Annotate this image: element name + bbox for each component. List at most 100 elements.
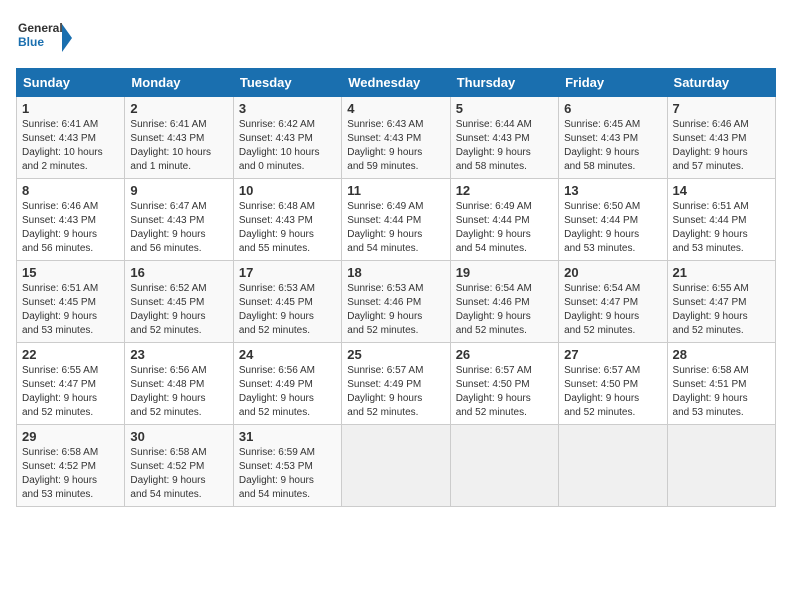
day-number: 5 [456, 101, 553, 116]
day-cell: 20 Sunrise: 6:54 AMSunset: 4:47 PMDayligh… [559, 261, 667, 343]
day-info: Sunrise: 6:41 AMSunset: 4:43 PMDaylight:… [22, 118, 119, 174]
day-info: Sunrise: 6:55 AMSunset: 4:47 PMDaylight:… [22, 364, 119, 420]
week-row-4: 22 Sunrise: 6:55 AMSunset: 4:47 PMDayligh… [17, 343, 776, 425]
day-cell: 28 Sunrise: 6:58 AMSunset: 4:51 PMDayligh… [667, 343, 775, 425]
day-info: Sunrise: 6:50 AMSunset: 4:44 PMDaylight:… [564, 200, 661, 256]
day-cell: 15 Sunrise: 6:51 AMSunset: 4:45 PMDayligh… [17, 261, 125, 343]
day-info: Sunrise: 6:57 AMSunset: 4:49 PMDaylight:… [347, 364, 444, 420]
day-info: Sunrise: 6:49 AMSunset: 4:44 PMDaylight:… [456, 200, 553, 256]
day-number: 30 [130, 429, 227, 444]
day-info: Sunrise: 6:57 AMSunset: 4:50 PMDaylight:… [564, 364, 661, 420]
day-info: Sunrise: 6:45 AMSunset: 4:43 PMDaylight:… [564, 118, 661, 174]
day-number: 12 [456, 183, 553, 198]
day-info: Sunrise: 6:55 AMSunset: 4:47 PMDaylight:… [673, 282, 770, 338]
day-cell: 9 Sunrise: 6:47 AMSunset: 4:43 PMDaylight… [125, 179, 233, 261]
day-number: 14 [673, 183, 770, 198]
day-info: Sunrise: 6:44 AMSunset: 4:43 PMDaylight:… [456, 118, 553, 174]
header: General Blue [16, 16, 776, 60]
day-info: Sunrise: 6:49 AMSunset: 4:44 PMDaylight:… [347, 200, 444, 256]
week-row-1: 1 Sunrise: 6:41 AMSunset: 4:43 PMDaylight… [17, 97, 776, 179]
svg-text:General: General [18, 21, 63, 35]
day-cell: 27 Sunrise: 6:57 AMSunset: 4:50 PMDayligh… [559, 343, 667, 425]
weekday-header-friday: Friday [559, 69, 667, 97]
day-number: 9 [130, 183, 227, 198]
day-number: 17 [239, 265, 336, 280]
day-cell: 19Sunrise: 6:54 AMSunset: 4:46 PMDayligh… [450, 261, 558, 343]
day-info: Sunrise: 6:58 AMSunset: 4:52 PMDaylight:… [22, 446, 119, 502]
week-row-3: 15 Sunrise: 6:51 AMSunset: 4:45 PMDayligh… [17, 261, 776, 343]
day-number: 11 [347, 183, 444, 198]
day-cell: 26 Sunrise: 6:57 AMSunset: 4:50 PMDayligh… [450, 343, 558, 425]
calendar-table: SundayMondayTuesdayWednesdayThursdayFrid… [16, 68, 776, 507]
day-info: Sunrise: 6:56 AMSunset: 4:49 PMDaylight:… [239, 364, 336, 420]
day-cell [450, 425, 558, 507]
day-info: Sunrise: 6:47 AMSunset: 4:43 PMDaylight:… [130, 200, 227, 256]
day-cell [559, 425, 667, 507]
weekday-header-row: SundayMondayTuesdayWednesdayThursdayFrid… [17, 69, 776, 97]
day-info: Sunrise: 6:57 AMSunset: 4:50 PMDaylight:… [456, 364, 553, 420]
day-number: 23 [130, 347, 227, 362]
day-cell: 6 Sunrise: 6:45 AMSunset: 4:43 PMDaylight… [559, 97, 667, 179]
day-cell: 22 Sunrise: 6:55 AMSunset: 4:47 PMDayligh… [17, 343, 125, 425]
day-cell: 31Sunrise: 6:59 AMSunset: 4:53 PMDayligh… [233, 425, 341, 507]
week-row-2: 8 Sunrise: 6:46 AMSunset: 4:43 PMDaylight… [17, 179, 776, 261]
day-number: 3 [239, 101, 336, 116]
day-number: 22 [22, 347, 119, 362]
day-cell: 11 Sunrise: 6:49 AMSunset: 4:44 PMDayligh… [342, 179, 450, 261]
day-number: 21 [673, 265, 770, 280]
day-number: 25 [347, 347, 444, 362]
day-info: Sunrise: 6:51 AMSunset: 4:45 PMDaylight:… [22, 282, 119, 338]
day-number: 16 [130, 265, 227, 280]
day-number: 8 [22, 183, 119, 198]
day-info: Sunrise: 6:54 AMSunset: 4:47 PMDaylight:… [564, 282, 661, 338]
day-cell [342, 425, 450, 507]
day-cell: 3 Sunrise: 6:42 AMSunset: 4:43 PMDaylight… [233, 97, 341, 179]
logo: General Blue [16, 16, 76, 60]
day-info: Sunrise: 6:54 AMSunset: 4:46 PMDaylight:… [456, 282, 553, 338]
day-number: 10 [239, 183, 336, 198]
day-number: 6 [564, 101, 661, 116]
day-cell: 17Sunrise: 6:53 AMSunset: 4:45 PMDayligh… [233, 261, 341, 343]
day-cell [667, 425, 775, 507]
day-number: 26 [456, 347, 553, 362]
day-number: 20 [564, 265, 661, 280]
day-number: 29 [22, 429, 119, 444]
day-info: Sunrise: 6:58 AMSunset: 4:52 PMDaylight:… [130, 446, 227, 502]
day-cell: 24 Sunrise: 6:56 AMSunset: 4:49 PMDayligh… [233, 343, 341, 425]
day-number: 4 [347, 101, 444, 116]
day-cell: 14 Sunrise: 6:51 AMSunset: 4:44 PMDayligh… [667, 179, 775, 261]
day-cell: 4Sunrise: 6:43 AMSunset: 4:43 PMDaylight… [342, 97, 450, 179]
day-number: 24 [239, 347, 336, 362]
weekday-header-monday: Monday [125, 69, 233, 97]
day-number: 7 [673, 101, 770, 116]
day-info: Sunrise: 6:41 AMSunset: 4:43 PMDaylight:… [130, 118, 227, 174]
day-cell: 7 Sunrise: 6:46 AMSunset: 4:43 PMDaylight… [667, 97, 775, 179]
logo-svg: General Blue [16, 16, 76, 60]
day-cell: 16 Sunrise: 6:52 AMSunset: 4:45 PMDayligh… [125, 261, 233, 343]
day-cell: 5 Sunrise: 6:44 AMSunset: 4:43 PMDaylight… [450, 97, 558, 179]
day-info: Sunrise: 6:42 AMSunset: 4:43 PMDaylight:… [239, 118, 336, 174]
day-info: Sunrise: 6:58 AMSunset: 4:51 PMDaylight:… [673, 364, 770, 420]
day-cell: 12 Sunrise: 6:49 AMSunset: 4:44 PMDayligh… [450, 179, 558, 261]
day-number: 27 [564, 347, 661, 362]
weekday-header-tuesday: Tuesday [233, 69, 341, 97]
day-cell: 18Sunrise: 6:53 AMSunset: 4:46 PMDayligh… [342, 261, 450, 343]
day-number: 15 [22, 265, 119, 280]
day-number: 1 [22, 101, 119, 116]
day-info: Sunrise: 6:46 AMSunset: 4:43 PMDaylight:… [673, 118, 770, 174]
day-info: Sunrise: 6:52 AMSunset: 4:45 PMDaylight:… [130, 282, 227, 338]
weekday-header-wednesday: Wednesday [342, 69, 450, 97]
weekday-header-thursday: Thursday [450, 69, 558, 97]
day-info: Sunrise: 6:59 AMSunset: 4:53 PMDaylight:… [239, 446, 336, 502]
day-cell: 29 Sunrise: 6:58 AMSunset: 4:52 PMDayligh… [17, 425, 125, 507]
day-info: Sunrise: 6:46 AMSunset: 4:43 PMDaylight:… [22, 200, 119, 256]
day-number: 28 [673, 347, 770, 362]
day-cell: 8 Sunrise: 6:46 AMSunset: 4:43 PMDaylight… [17, 179, 125, 261]
day-cell: 21 Sunrise: 6:55 AMSunset: 4:47 PMDayligh… [667, 261, 775, 343]
day-info: Sunrise: 6:51 AMSunset: 4:44 PMDaylight:… [673, 200, 770, 256]
day-cell: 30 Sunrise: 6:58 AMSunset: 4:52 PMDayligh… [125, 425, 233, 507]
day-info: Sunrise: 6:53 AMSunset: 4:46 PMDaylight:… [347, 282, 444, 338]
day-number: 13 [564, 183, 661, 198]
day-cell: 23Sunrise: 6:56 AMSunset: 4:48 PMDayligh… [125, 343, 233, 425]
weekday-header-saturday: Saturday [667, 69, 775, 97]
